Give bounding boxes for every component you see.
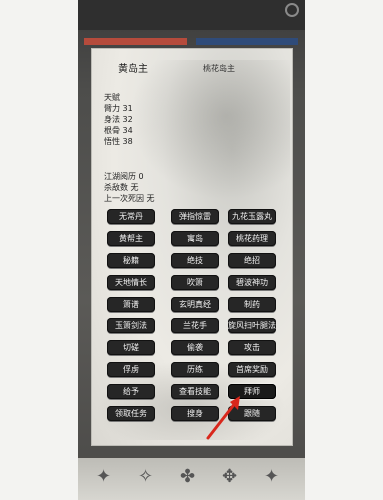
- action-button[interactable]: 箫谱: [107, 297, 155, 312]
- npc-stats: 天赋 臂力 31 身法 32 根骨 34 悟性 38: [104, 92, 133, 147]
- kill-count: 杀敌数 无: [104, 183, 139, 192]
- give-button[interactable]: 给予: [107, 384, 155, 399]
- top-bar: [78, 0, 305, 30]
- action-button[interactable]: 弹指惊雷: [171, 209, 219, 224]
- settings-icon[interactable]: [285, 3, 299, 17]
- action-button[interactable]: 碧波神功: [228, 275, 276, 290]
- pointer-arrow-icon: [206, 396, 240, 440]
- action-button[interactable]: 兰花手: [171, 318, 219, 333]
- sneak-attack-button[interactable]: 偷袭: [171, 340, 219, 355]
- spar-button[interactable]: 切磋: [107, 340, 155, 355]
- npc-title: 桃花岛主: [203, 64, 235, 73]
- action-button[interactable]: 秘籍: [107, 253, 155, 268]
- nav-icon-4[interactable]: ✥: [222, 466, 237, 487]
- action-button[interactable]: 绝招: [228, 253, 276, 268]
- action-button[interactable]: 玉箫剑法: [107, 318, 155, 333]
- frame-left: [0, 0, 78, 500]
- last-death-cause: 上一次死因 无: [104, 194, 155, 203]
- jianghu-experience: 江湖阅历 0: [104, 172, 144, 181]
- train-button[interactable]: 历练: [171, 362, 219, 377]
- action-button[interactable]: 玄明真经: [171, 297, 219, 312]
- action-button[interactable]: 黄帮主: [107, 231, 155, 246]
- stat-constitution: 根骨 34: [104, 126, 133, 135]
- action-button[interactable]: 制药: [228, 297, 276, 312]
- health-bar: [84, 38, 187, 45]
- stat-talent: 天赋: [104, 93, 120, 102]
- npc-name: 黄岛主: [118, 64, 148, 75]
- capture-button[interactable]: 俘虏: [107, 362, 155, 377]
- action-button[interactable]: 无常丹: [107, 209, 155, 224]
- attack-button[interactable]: 攻击: [228, 340, 276, 355]
- chief-reward-button[interactable]: 首席奖励: [228, 362, 276, 377]
- npc-jianghu-info: 江湖阅历 0 杀敌数 无 上一次死因 无: [104, 171, 155, 204]
- mana-bar: [196, 38, 298, 45]
- stat-comprehension: 悟性 38: [104, 137, 133, 146]
- action-button[interactable]: 旋风扫叶腿法: [228, 318, 276, 333]
- nav-icon-3[interactable]: ✤: [180, 466, 195, 487]
- action-button[interactable]: 桃花药理: [228, 231, 276, 246]
- action-button[interactable]: 绝技: [171, 253, 219, 268]
- action-button[interactable]: 天地情长: [107, 275, 155, 290]
- nav-icon-5[interactable]: ✦: [264, 466, 279, 487]
- stat-strength: 臂力 31: [104, 104, 133, 113]
- nav-icon-2[interactable]: ✧: [138, 466, 153, 487]
- action-button[interactable]: 吹箫: [171, 275, 219, 290]
- nav-icon-1[interactable]: ✦: [96, 466, 111, 487]
- action-button[interactable]: 寓岛: [171, 231, 219, 246]
- bottom-nav: ✦ ✧ ✤ ✥ ✦: [78, 458, 305, 500]
- accept-quest-button[interactable]: 领取任务: [107, 406, 155, 421]
- stat-agility: 身法 32: [104, 115, 133, 124]
- action-button[interactable]: 九花玉露丸: [228, 209, 276, 224]
- frame-right: [305, 0, 383, 500]
